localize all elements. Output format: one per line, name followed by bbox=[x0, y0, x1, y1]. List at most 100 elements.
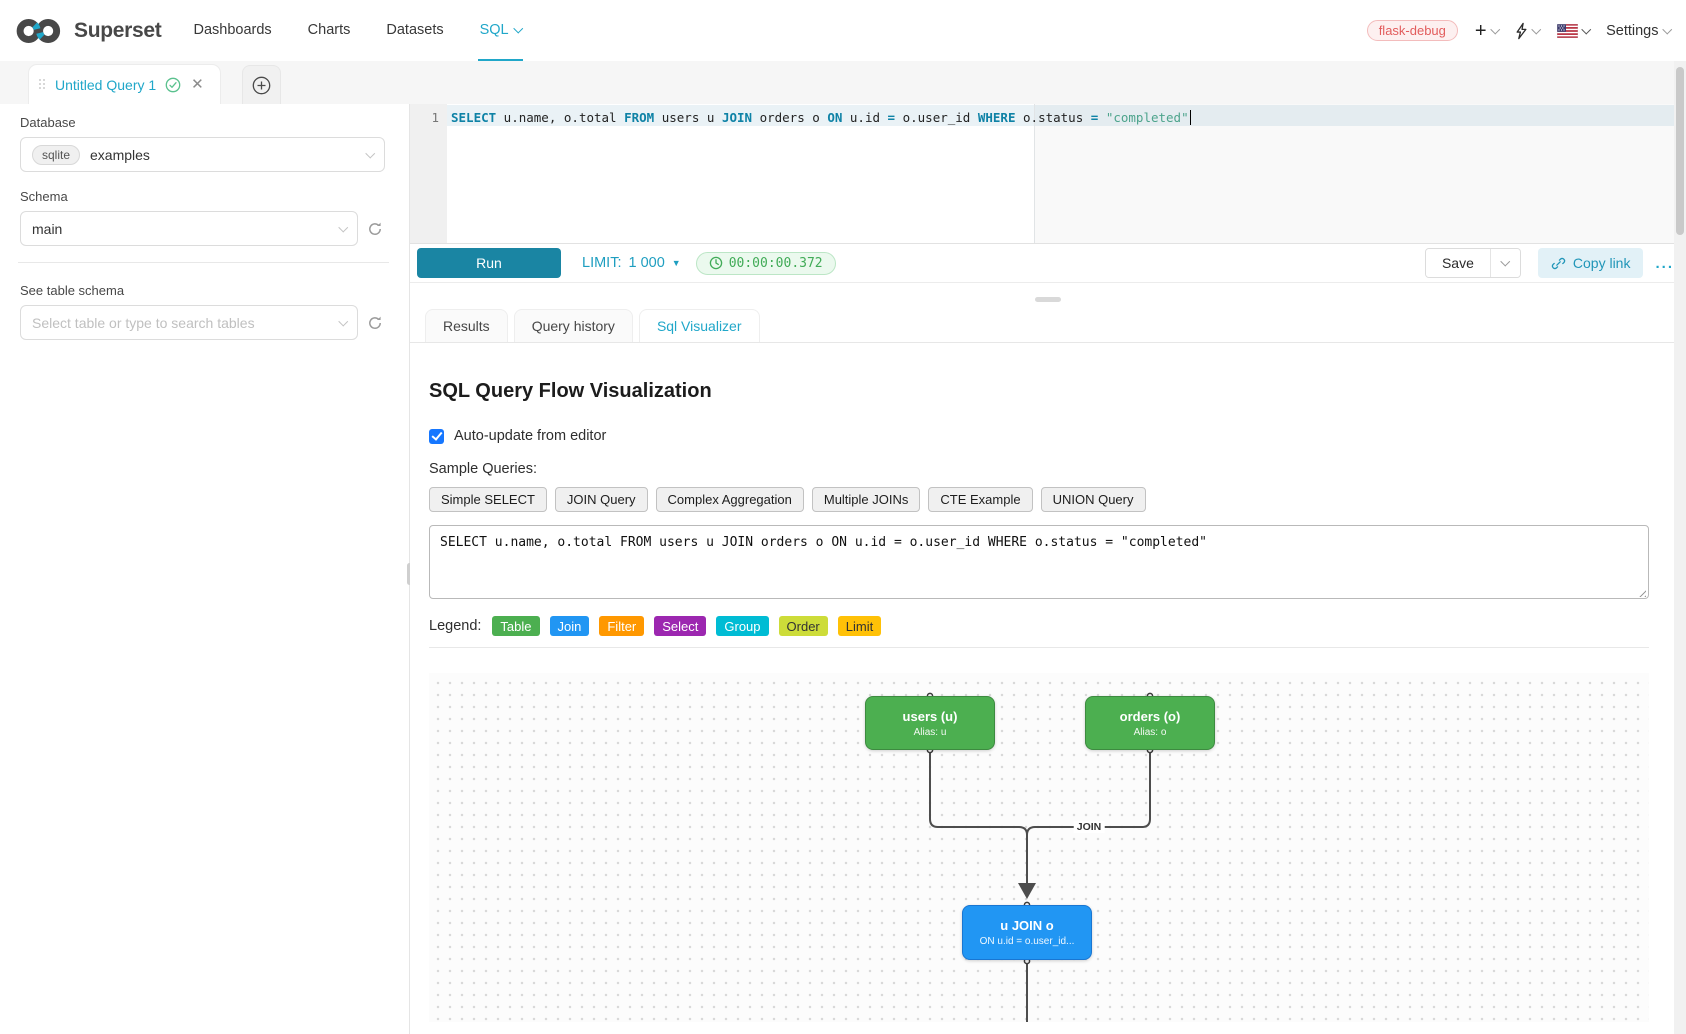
legend-badge-table: Table bbox=[492, 616, 539, 636]
table-select[interactable]: Select table or type to search tables bbox=[20, 305, 358, 340]
save-button[interactable]: Save bbox=[1426, 249, 1490, 277]
schema-value: main bbox=[32, 221, 330, 237]
settings-label: Settings bbox=[1606, 23, 1658, 39]
legend-badge-limit: Limit bbox=[838, 616, 881, 636]
join-node[interactable]: u JOIN o ON u.id = o.user_id... bbox=[962, 905, 1092, 960]
sample-query-buttons: Simple SELECT JOIN Query Complex Aggregati… bbox=[429, 487, 1686, 512]
refresh-tables-button[interactable] bbox=[365, 315, 385, 331]
chevron-down-icon bbox=[365, 148, 374, 157]
language-dropdown[interactable] bbox=[1557, 24, 1590, 38]
sql-token: u.id bbox=[842, 110, 887, 125]
limit-dropdown[interactable]: LIMIT:1 000 ▼ bbox=[582, 255, 681, 271]
pane-resize-handle[interactable] bbox=[1035, 297, 1061, 302]
table-schema-label: See table schema bbox=[20, 283, 385, 298]
caret-down-icon bbox=[1581, 24, 1590, 33]
limit-label: LIMIT: bbox=[582, 255, 621, 271]
chevron-down-icon bbox=[1532, 24, 1541, 33]
settings-menu[interactable]: Settings bbox=[1606, 23, 1670, 39]
table-node-orders[interactable]: orders (o) Alias: o bbox=[1085, 696, 1215, 750]
result-tab-sql-visualizer[interactable]: Sql Visualizer bbox=[639, 309, 760, 342]
query-tab-active[interactable]: Untitled Query 1 ✕ bbox=[29, 65, 220, 104]
refresh-icon bbox=[367, 315, 383, 331]
sql-token: orders o bbox=[752, 110, 827, 125]
save-dropdown-caret[interactable] bbox=[1490, 249, 1520, 277]
sample-query-button-simple-select[interactable]: Simple SELECT bbox=[429, 487, 547, 512]
sql-token: = bbox=[888, 110, 896, 125]
auto-update-checkbox[interactable] bbox=[429, 429, 444, 444]
superset-logo[interactable]: Superset bbox=[14, 0, 161, 61]
legend-badges: TableJoinFilterSelectGroupOrderLimit bbox=[492, 616, 881, 636]
flow-canvas[interactable]: JOIN users (u) Alias: u orders (o) Alias… bbox=[429, 673, 1649, 1022]
drag-handle-icon[interactable] bbox=[39, 79, 46, 90]
chevron-down-icon bbox=[338, 222, 347, 231]
limit-value: 1 000 bbox=[628, 255, 664, 271]
sql-token: u.name, o.total bbox=[496, 110, 624, 125]
refresh-icon bbox=[367, 221, 383, 237]
copy-link-button[interactable]: Copy link bbox=[1538, 248, 1644, 278]
refresh-schema-button[interactable] bbox=[365, 221, 385, 237]
node-title: orders (o) bbox=[1120, 709, 1181, 724]
nav-item-dashboards[interactable]: Dashboards bbox=[191, 0, 273, 61]
database-select[interactable]: sqlite examples bbox=[20, 137, 385, 172]
database-label: Database bbox=[20, 115, 385, 130]
nav-item-label: Datasets bbox=[386, 22, 443, 38]
sql-token: users u bbox=[654, 110, 722, 125]
sample-query-button-union-query[interactable]: UNION Query bbox=[1041, 487, 1146, 512]
sql-code-line: SELECT u.name, o.total FROM users u JOIN… bbox=[451, 107, 1686, 128]
sample-query-button-multiple-joins[interactable]: Multiple JOINs bbox=[812, 487, 921, 512]
scrollbar-thumb[interactable] bbox=[1676, 67, 1684, 235]
legend-badge-filter: Filter bbox=[599, 616, 644, 636]
query-tab-label: Untitled Query 1 bbox=[55, 77, 156, 93]
query-tab-strip: Untitled Query 1 ✕ bbox=[0, 61, 1686, 104]
visualizer-title: SQL Query Flow Visualization bbox=[429, 380, 1686, 403]
legend-badge-order: Order bbox=[779, 616, 828, 636]
sql-visualizer-panel: SQL Query Flow Visualization Auto-update… bbox=[410, 343, 1686, 1022]
sql-token bbox=[1098, 110, 1106, 125]
table-select-placeholder: Select table or type to search tables bbox=[32, 315, 330, 331]
nav-item-label: SQL bbox=[480, 22, 509, 38]
table-node-users[interactable]: users (u) Alias: u bbox=[865, 696, 995, 750]
nav-item-sql[interactable]: SQL bbox=[478, 0, 524, 61]
sample-query-button-cte-example[interactable]: CTE Example bbox=[928, 487, 1032, 512]
environment-badge: flask-debug bbox=[1367, 20, 1458, 41]
editor-gutter: 1 bbox=[410, 104, 447, 243]
node-subtitle: Alias: o bbox=[1134, 727, 1167, 738]
plus-circle-icon bbox=[252, 76, 271, 95]
query-textarea[interactable]: SELECT u.name, o.total FROM users u JOIN… bbox=[429, 525, 1649, 599]
sql-editor-input[interactable]: SELECT u.name, o.total FROM users u JOIN… bbox=[447, 104, 1686, 243]
schema-select[interactable]: main bbox=[20, 211, 358, 246]
node-subtitle: Alias: u bbox=[914, 727, 947, 738]
top-navbar: Superset Dashboards Charts Datasets SQL fla… bbox=[0, 0, 1686, 61]
nav-item-charts[interactable]: Charts bbox=[306, 0, 353, 61]
new-dropdown[interactable]: + bbox=[1475, 21, 1498, 41]
more-actions-button[interactable]: ... bbox=[1655, 255, 1674, 272]
copy-link-label: Copy link bbox=[1573, 255, 1631, 271]
sql-token: o.user_id bbox=[895, 110, 978, 125]
sql-token: SELECT bbox=[451, 110, 496, 125]
plus-icon: + bbox=[1475, 21, 1487, 41]
sample-query-button-complex-aggregation[interactable]: Complex Aggregation bbox=[656, 487, 804, 512]
close-tab-icon[interactable]: ✕ bbox=[190, 77, 205, 92]
auto-update-label: Auto-update from editor bbox=[454, 428, 606, 444]
chevron-down-icon bbox=[513, 23, 522, 32]
link-icon bbox=[1551, 256, 1566, 271]
database-engine-pill: sqlite bbox=[32, 145, 80, 165]
sql-token: JOIN bbox=[722, 110, 752, 125]
result-tab-results[interactable]: Results bbox=[425, 309, 508, 342]
sql-token: o.status bbox=[1016, 110, 1091, 125]
query-status-dropdown[interactable] bbox=[1515, 22, 1540, 40]
clock-icon bbox=[709, 256, 723, 270]
add-tab-button[interactable] bbox=[242, 65, 281, 104]
sql-token: "completed" bbox=[1106, 110, 1189, 125]
result-tab-query-history[interactable]: Query history bbox=[514, 309, 633, 342]
line-number: 1 bbox=[431, 110, 439, 125]
run-button[interactable]: Run bbox=[417, 248, 561, 278]
sql-token: WHERE bbox=[978, 110, 1016, 125]
sql-lab-main: 1 SELECT u.name, o.total FROM users u JO… bbox=[410, 104, 1686, 1034]
nav-item-label: Charts bbox=[308, 22, 351, 38]
sample-query-button-join-query[interactable]: JOIN Query bbox=[555, 487, 648, 512]
sql-token: FROM bbox=[624, 110, 654, 125]
legend-badge-group: Group bbox=[716, 616, 768, 636]
sql-lab-sidebar: Database sqlite examples Schema main bbox=[0, 104, 410, 1034]
nav-item-datasets[interactable]: Datasets bbox=[384, 0, 445, 61]
